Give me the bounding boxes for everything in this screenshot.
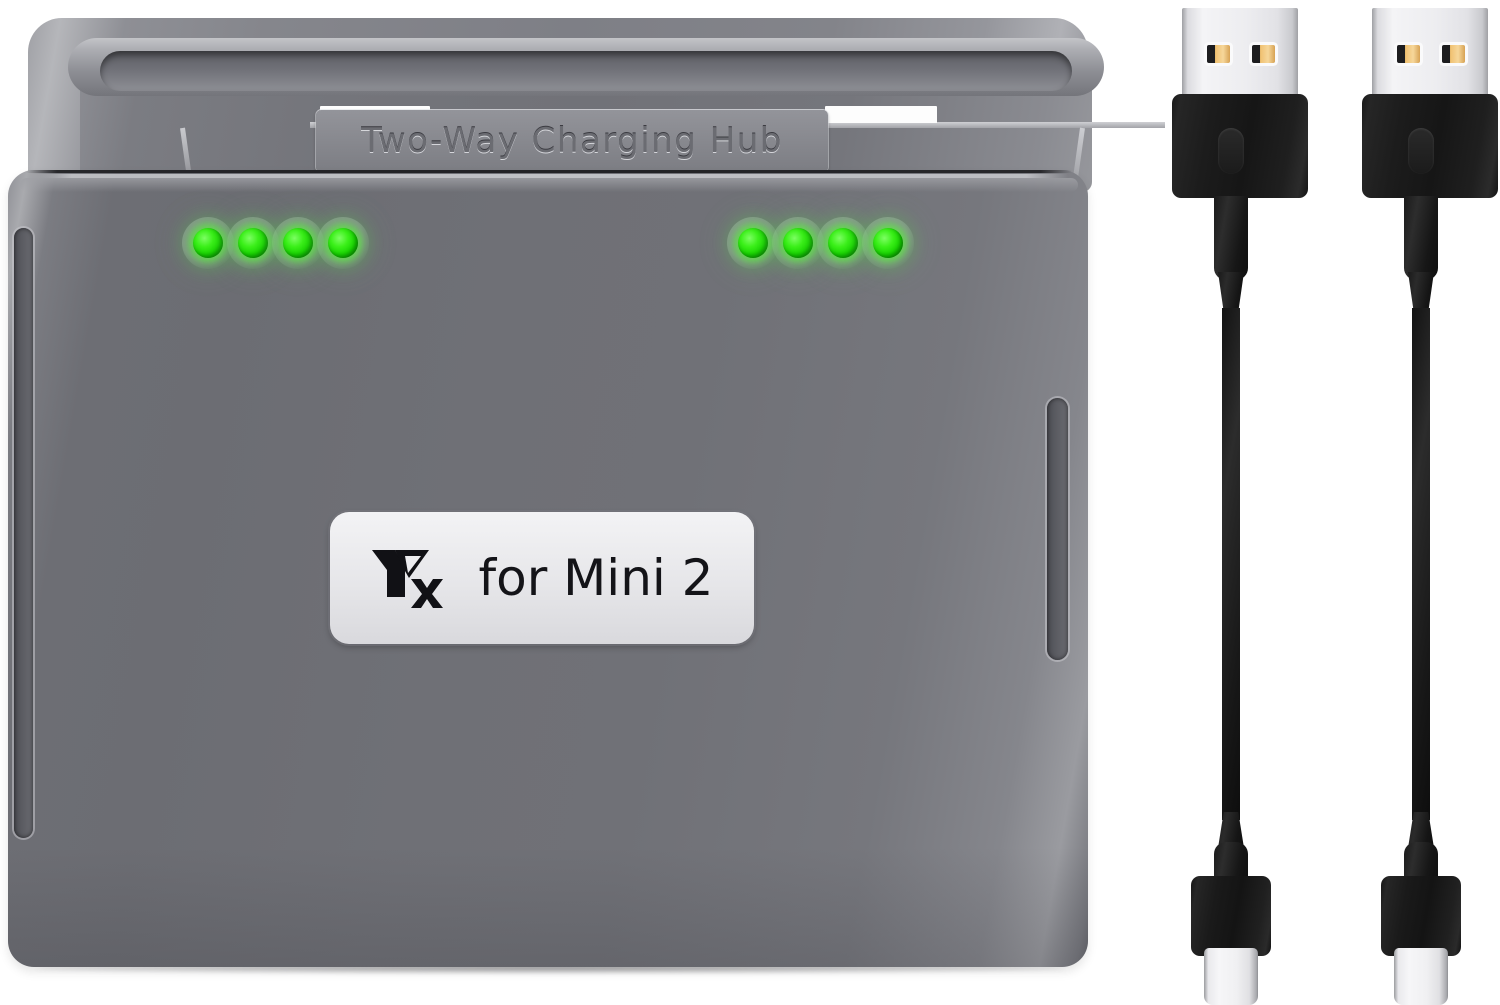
usb-c-connector-housing-1 xyxy=(1191,876,1271,956)
cable-strain-taper-top-2 xyxy=(1408,272,1434,312)
hub-nameplate: Two-Way Charging Hub xyxy=(316,110,828,172)
led-3 xyxy=(283,228,313,258)
cable-wire-2 xyxy=(1412,308,1430,820)
two-way-charging-hub: Two-Way Charging Hub for Mini 2 xyxy=(0,0,1165,1005)
usb-a-housing-dimple-1 xyxy=(1218,128,1244,174)
led-4 xyxy=(328,228,358,258)
hub-front-label: for Mini 2 xyxy=(330,512,754,644)
usb-c-connector-housing-2 xyxy=(1381,876,1461,956)
hub-body-top-edge xyxy=(20,178,1078,192)
usb-c-connector-tip-1 xyxy=(1204,948,1258,1005)
led-2 xyxy=(238,228,268,258)
usb-c-connector-tip-2 xyxy=(1394,948,1448,1005)
product-photo-stage: Two-Way Charging Hub for Mini 2 xyxy=(0,0,1500,1005)
hub-label-text: for Mini 2 xyxy=(478,549,714,607)
usb-a-contact-pad-2a xyxy=(1397,45,1420,63)
led-5 xyxy=(738,228,768,258)
battery-slot-right xyxy=(825,106,937,123)
cable-strain-relief-top-1 xyxy=(1214,196,1248,280)
led-1 xyxy=(193,228,223,258)
cable-strain-relief-top-2 xyxy=(1404,196,1438,280)
hub-nameplate-text: Two-Way Charging Hub xyxy=(361,121,783,161)
usb-a-contact-pad-2b xyxy=(1442,45,1465,63)
usb-a-metal-shell-1 xyxy=(1182,8,1298,96)
left-side-port-slot xyxy=(14,228,33,838)
hub-tray-rim xyxy=(68,38,1104,96)
hub-body-seam xyxy=(26,170,1072,173)
led-8 xyxy=(873,228,903,258)
usb-a-contact-pad-1b xyxy=(1252,45,1275,63)
cable-strain-taper-top-1 xyxy=(1218,272,1244,312)
cable-wire-1 xyxy=(1222,308,1240,820)
usb-cable-1 xyxy=(1160,0,1320,1005)
hub-top-tray: Two-Way Charging Hub xyxy=(28,18,1165,200)
usb-a-contact-pad-1a xyxy=(1207,45,1230,63)
hub-tray-opening xyxy=(100,51,1072,91)
right-side-port-slot xyxy=(1047,398,1068,660)
yx-brand-logo-icon xyxy=(371,550,443,608)
led-7 xyxy=(828,228,858,258)
usb-cable-2 xyxy=(1350,0,1500,1005)
usb-a-housing-dimple-2 xyxy=(1408,128,1434,174)
led-6 xyxy=(783,228,813,258)
usb-a-metal-shell-2 xyxy=(1372,8,1488,96)
hub-body-bottom-shading xyxy=(8,847,1088,967)
